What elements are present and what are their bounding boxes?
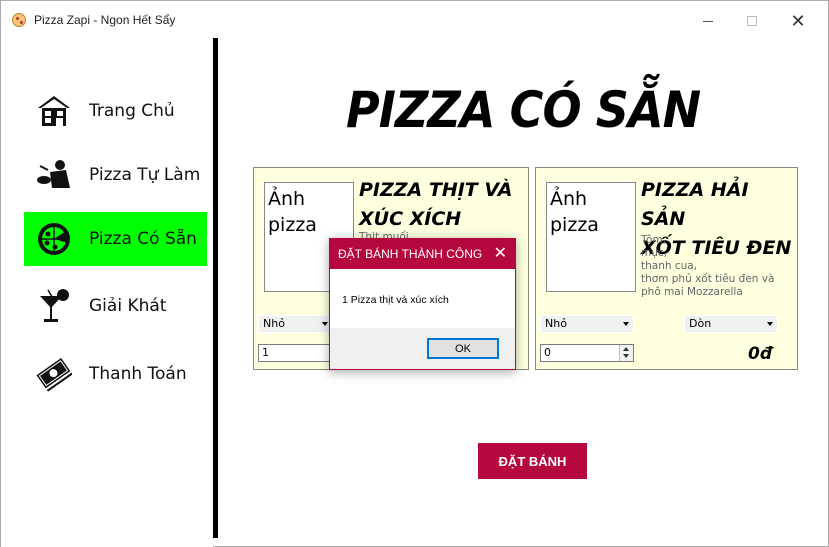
title-bar: Pizza Zapi - Ngon Hết Sẩy ✕ [1,1,828,37]
pizza-title-line2: XÚC XÍCH [359,208,462,230]
dialog-message: 1 Pizza thịt và xúc xích [342,294,449,306]
house-icon [36,93,72,129]
pizza-icon [36,221,72,257]
stepper-up-icon[interactable] [623,347,629,351]
app-window: Pizza Zapi - Ngon Hết Sẩy ✕ Trang Chủ Pi… [0,0,829,547]
dialog-footer: OK [330,328,515,369]
close-icon: ✕ [790,10,806,32]
close-button[interactable]: ✕ [781,7,815,35]
pizza-description-line: thanh cua, [641,260,698,272]
size-value: Nhỏ [263,317,285,330]
sidebar-item-label: Trang Chủ [89,101,175,121]
sidebar-item-custom-pizza[interactable]: Pizza Tự Làm [24,148,207,202]
pizza-description: Tôm, mực, thanh cua, thơm phủ xốt tiêu đ… [641,234,806,299]
sidebar-divider [213,38,218,538]
pizza-description-line: mực, [641,247,667,259]
crust-value: Dòn [689,317,712,330]
quantity-value: 0 [544,346,551,359]
sidebar-item-label: Giải Khát [89,296,167,316]
success-dialog: ĐẶT BÁNH THÀNH CÔNG ✕ 1 Pizza thịt và xú… [329,238,516,370]
sidebar-item-home[interactable]: Trang Chủ [24,84,207,138]
maximize-button[interactable] [735,7,769,35]
pizza-description-line: Tôm, [641,234,667,246]
dialog-close-button[interactable]: ✕ [494,244,507,262]
pizza-description-line: thơm phủ xốt tiêu đen và [641,273,775,285]
money-icon [36,356,72,392]
quantity-value: 1 [262,346,269,359]
page-title: PIZZA CÓ SẴN [346,81,701,139]
crust-select[interactable]: Dòn [684,315,778,333]
sidebar-item-drinks[interactable]: Giải Khát [24,279,207,333]
sidebar: Trang Chủ Pizza Tự Làm Pizza Có Sẵn Giải… [1,37,213,547]
window-title: Pizza Zapi - Ngon Hết Sẩy [34,13,176,27]
order-button[interactable]: ĐẶT BÁNH [478,443,587,479]
minimize-icon [703,20,713,22]
size-value: Nhỏ [545,317,567,330]
dialog-title: ĐẶT BÁNH THÀNH CÔNG [338,247,483,261]
chevron-down-icon [767,322,773,326]
pizza-card-seafood: Ảnh pizza PIZZA HẢI SẢN XỐT TIÊU ĐEN Tôm… [535,167,798,370]
pizza-title-line1: PIZZA HẢI SẢN [641,179,749,230]
chef-icon [36,157,72,193]
size-select[interactable]: Nhỏ [540,315,634,333]
pizza-title-line1: PIZZA THỊT VÀ [359,179,513,201]
price-label: 0đ [748,344,772,364]
sidebar-item-label: Pizza Có Sẵn [89,229,197,249]
sidebar-item-label: Thanh Toán [89,364,187,384]
chevron-down-icon [623,322,629,326]
sidebar-item-ready-pizza[interactable]: Pizza Có Sẵn [24,212,207,266]
sidebar-item-label: Pizza Tự Làm [89,165,201,185]
dialog-title-bar: ĐẶT BÁNH THÀNH CÔNG [330,239,515,269]
stepper-down-icon[interactable] [623,354,629,358]
quantity-stepper[interactable]: 1 [258,344,333,362]
pizza-app-icon [12,13,26,27]
stepper-buttons[interactable] [619,345,633,361]
size-select[interactable]: Nhỏ [258,315,333,333]
maximize-icon [747,16,757,26]
minimize-button[interactable] [691,7,725,35]
pizza-image-placeholder: Ảnh pizza [546,182,636,292]
sidebar-item-payment[interactable]: Thanh Toán [24,347,207,401]
quantity-stepper[interactable]: 0 [540,344,634,362]
chevron-down-icon [322,322,328,326]
ok-button[interactable]: OK [427,338,499,359]
pizza-description-line: phô mai Mozzarella [641,286,743,298]
cocktail-icon [36,288,72,324]
pizza-title: PIZZA THỊT VÀ XÚC XÍCH [359,176,513,234]
